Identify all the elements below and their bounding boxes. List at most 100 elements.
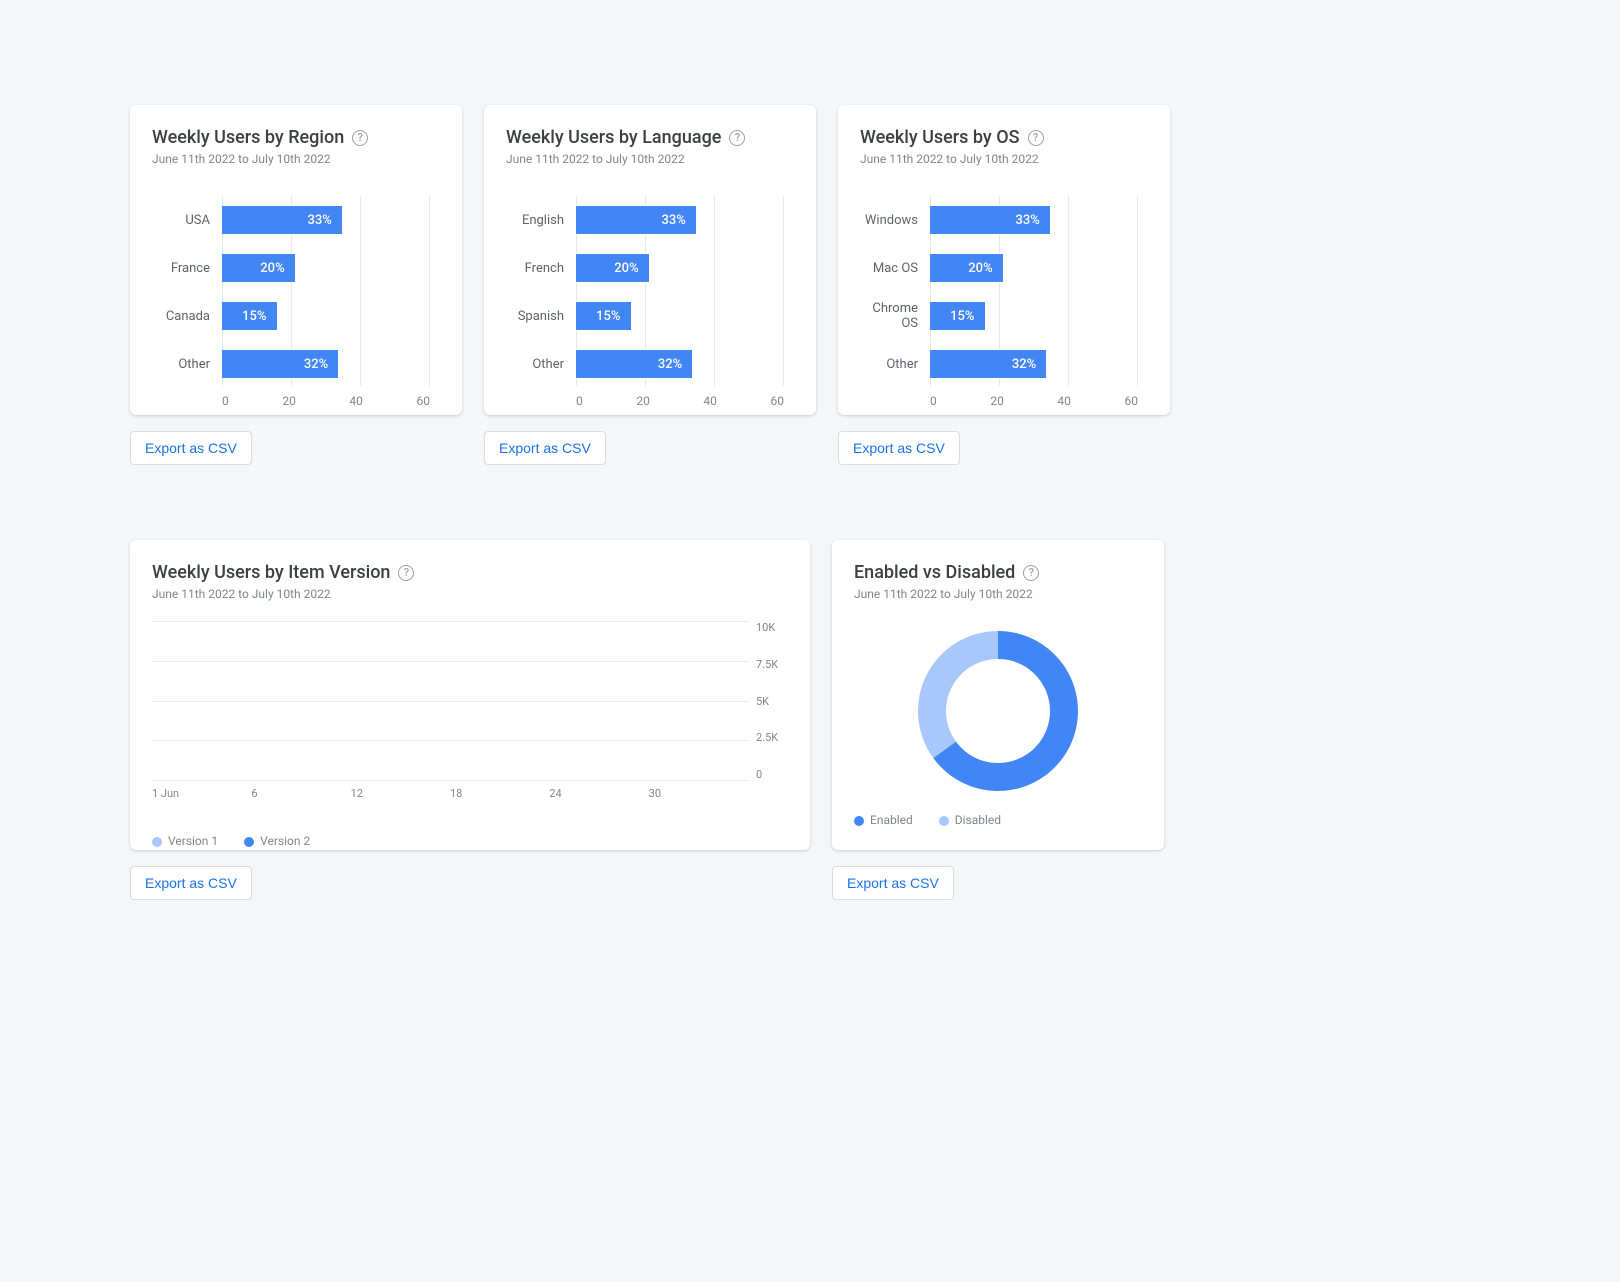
- bar-track: 15%: [222, 302, 440, 330]
- bar-label: USA: [152, 213, 222, 228]
- bar-label: Other: [152, 357, 222, 372]
- y-tick: 7.5K: [756, 658, 778, 671]
- bar-row: French20%: [506, 244, 794, 292]
- x-tick: 6: [251, 787, 350, 800]
- x-tick: 20: [636, 394, 650, 408]
- bar: 33%: [576, 206, 696, 234]
- bar-label: Chrome OS: [860, 301, 930, 331]
- legend-item: Version 1: [152, 834, 218, 848]
- bar: 32%: [222, 350, 338, 378]
- x-tick: 60: [416, 394, 430, 408]
- card-language: Weekly Users by Language ? June 11th 202…: [484, 105, 816, 415]
- bar-label: French: [506, 261, 576, 276]
- bar-row: Other32%: [152, 340, 440, 388]
- x-tick: 30: [649, 787, 748, 800]
- bar: 20%: [930, 254, 1003, 282]
- export-csv-button[interactable]: Export as CSV: [838, 431, 960, 465]
- title-text: Weekly Users by Region: [152, 127, 344, 148]
- bar-track: 32%: [930, 350, 1148, 378]
- card-title: Enabled vs Disabled ?: [854, 562, 1142, 583]
- export-csv-button[interactable]: Export as CSV: [832, 866, 954, 900]
- x-tick: 60: [770, 394, 784, 408]
- bar: 15%: [930, 302, 985, 330]
- bar-label: Mac OS: [860, 261, 930, 276]
- bar-label: Canada: [152, 309, 222, 324]
- chart-version: 10K7.5K5K2.5K0: [152, 621, 788, 781]
- chart-language: English33%French20%Spanish15%Other32% 02…: [506, 196, 794, 408]
- donut-slice: [918, 631, 998, 758]
- bar-track: 33%: [576, 206, 794, 234]
- card-enabled: Enabled vs Disabled ? June 11th 2022 to …: [832, 540, 1164, 850]
- card-os: Weekly Users by OS ? June 11th 2022 to J…: [838, 105, 1170, 415]
- date-range: June 11th 2022 to July 10th 2022: [152, 152, 440, 166]
- bar: 32%: [576, 350, 692, 378]
- help-icon[interactable]: ?: [352, 130, 368, 146]
- bar-row: Other32%: [860, 340, 1148, 388]
- x-tick: 0: [930, 394, 937, 408]
- x-tick: 12: [351, 787, 450, 800]
- y-tick: 10K: [756, 621, 775, 634]
- chart-region: USA33%France20%Canada15%Other32% 0204060: [152, 196, 440, 408]
- bar-row: France20%: [152, 244, 440, 292]
- bar: 15%: [576, 302, 631, 330]
- bar-row: English33%: [506, 196, 794, 244]
- card-title: Weekly Users by Region ?: [152, 127, 440, 148]
- title-text: Weekly Users by Item Version: [152, 562, 390, 583]
- help-icon[interactable]: ?: [729, 130, 745, 146]
- legend-version: Version 1 Version 2: [152, 834, 788, 848]
- bar: 32%: [930, 350, 1046, 378]
- x-tick: 0: [576, 394, 583, 408]
- help-icon[interactable]: ?: [1028, 130, 1044, 146]
- chart-os: Windows33%Mac OS20%Chrome OS15%Other32% …: [860, 196, 1148, 408]
- bar-row: Spanish15%: [506, 292, 794, 340]
- bar-track: 15%: [930, 302, 1148, 330]
- x-tick: 0: [222, 394, 229, 408]
- x-tick: 20: [282, 394, 296, 408]
- card-version: Weekly Users by Item Version ? June 11th…: [130, 540, 810, 850]
- bar-track: 33%: [930, 206, 1148, 234]
- bar-row: Mac OS20%: [860, 244, 1148, 292]
- bar-label: Windows: [860, 213, 930, 228]
- bar-track: 15%: [576, 302, 794, 330]
- bar-track: 20%: [576, 254, 794, 282]
- bar-label: France: [152, 261, 222, 276]
- chart-enabled: [854, 621, 1142, 801]
- title-text: Enabled vs Disabled: [854, 562, 1015, 583]
- card-title: Weekly Users by OS ?: [860, 127, 1148, 148]
- bar-row: Windows33%: [860, 196, 1148, 244]
- help-icon[interactable]: ?: [1023, 565, 1039, 581]
- bar-label: Spanish: [506, 309, 576, 324]
- title-text: Weekly Users by OS: [860, 127, 1020, 148]
- help-icon[interactable]: ?: [398, 565, 414, 581]
- card-title: Weekly Users by Item Version ?: [152, 562, 788, 583]
- date-range: June 11th 2022 to July 10th 2022: [854, 587, 1142, 601]
- x-tick: 40: [1057, 394, 1071, 408]
- legend-item: Version 2: [244, 834, 310, 848]
- x-tick: 40: [349, 394, 363, 408]
- export-csv-button[interactable]: Export as CSV: [130, 431, 252, 465]
- bar: 20%: [222, 254, 295, 282]
- x-tick: 24: [549, 787, 648, 800]
- x-tick: 60: [1124, 394, 1138, 408]
- title-text: Weekly Users by Language: [506, 127, 721, 148]
- legend-item: Enabled: [854, 813, 913, 827]
- bar-row: USA33%: [152, 196, 440, 244]
- date-range: June 11th 2022 to July 10th 2022: [506, 152, 794, 166]
- export-csv-button[interactable]: Export as CSV: [484, 431, 606, 465]
- bar-row: Chrome OS15%: [860, 292, 1148, 340]
- bar-track: 33%: [222, 206, 440, 234]
- y-tick: 2.5K: [756, 731, 778, 744]
- card-title: Weekly Users by Language ?: [506, 127, 794, 148]
- bar: 33%: [222, 206, 342, 234]
- x-tick: 18: [450, 787, 549, 800]
- bar-label: English: [506, 213, 576, 228]
- bar-label: Other: [506, 357, 576, 372]
- y-tick: 5K: [756, 695, 769, 708]
- bar: 20%: [576, 254, 649, 282]
- bar-row: Other32%: [506, 340, 794, 388]
- x-tick: 20: [990, 394, 1004, 408]
- export-csv-button[interactable]: Export as CSV: [130, 866, 252, 900]
- bar: 15%: [222, 302, 277, 330]
- bar-track: 32%: [222, 350, 440, 378]
- bar-track: 20%: [930, 254, 1148, 282]
